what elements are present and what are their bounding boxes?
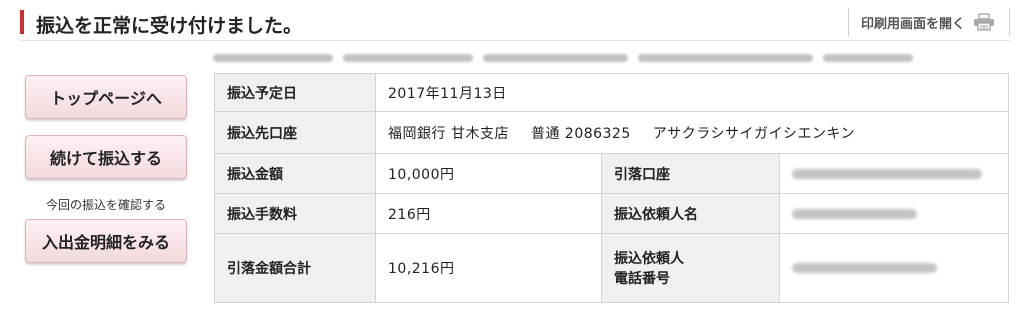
requester-phone-label: 振込依頼人 電話番号 <box>601 233 780 303</box>
confirm-transfer-note: 今回の振込を確認する <box>45 198 166 212</box>
table-row: 振込予定日 2017年11月13日 <box>214 73 1009 112</box>
total-debit-label: 引落金額合計 <box>214 233 376 303</box>
destination-account-label: 振込先口座 <box>214 111 376 154</box>
print-view-link[interactable]: 印刷用画面を開く <box>847 8 1010 36</box>
transfer-amount-label: 振込金額 <box>214 153 376 194</box>
destination-bank: 福岡銀行 甘木支店 <box>388 125 509 142</box>
destination-account-number: 2086325 <box>564 125 631 142</box>
requester-phone-label-line1: 振込依頼人 <box>614 251 684 267</box>
destination-account-name: アサクラシサイガイシエンキン <box>652 125 856 142</box>
debit-account-label: 引落口座 <box>601 153 780 194</box>
print-link-label: 印刷用画面を開く <box>860 16 965 32</box>
destination-account-type: 普通 <box>530 125 560 142</box>
printer-icon <box>974 13 994 31</box>
page-header: 振込を正常に受け付けました。 印刷用画面を開く <box>20 8 1010 41</box>
transfer-date-label: 振込予定日 <box>214 73 376 112</box>
requester-phone-label-line2: 電話番号 <box>614 271 670 287</box>
requester-phone-value <box>779 233 1009 303</box>
view-statement-button[interactable]: 入出金明細をみる <box>25 219 187 263</box>
transfer-fee-label: 振込手数料 <box>214 193 376 234</box>
requester-name-label: 振込依頼人名 <box>601 193 780 234</box>
table-row: 振込金額 10,000円 引落口座 <box>214 153 1009 194</box>
table-row: 振込手数料 216円 振込依頼人名 <box>214 193 1009 234</box>
page-title: 振込を正常に受け付けました。 <box>36 15 303 37</box>
redacted-account-info <box>213 54 913 62</box>
title-accent-bar <box>20 10 24 34</box>
debit-account-value <box>779 153 1009 194</box>
total-debit-value: 10,216円 <box>375 233 602 303</box>
top-page-button[interactable]: トップページへ <box>25 75 187 119</box>
table-row: 振込先口座 福岡銀行 甘木支店 普通 2086325 アサクラシサイガイシエンキン <box>214 111 1009 154</box>
transfer-amount-value: 10,000円 <box>375 153 602 194</box>
continue-transfer-button[interactable]: 続けて振込する <box>25 135 187 179</box>
transfer-details-table: 振込予定日 2017年11月13日 振込先口座 福岡銀行 甘木支店 普通 2086… <box>214 73 1009 303</box>
requester-name-value <box>779 193 1009 234</box>
destination-account-value: 福岡銀行 甘木支店 普通 2086325 アサクラシサイガイシエンキン <box>375 111 1009 154</box>
transfer-fee-value: 216円 <box>375 193 602 234</box>
table-row: 引落金額合計 10,216円 振込依頼人 電話番号 <box>214 233 1009 303</box>
transfer-date-value: 2017年11月13日 <box>375 73 1009 112</box>
